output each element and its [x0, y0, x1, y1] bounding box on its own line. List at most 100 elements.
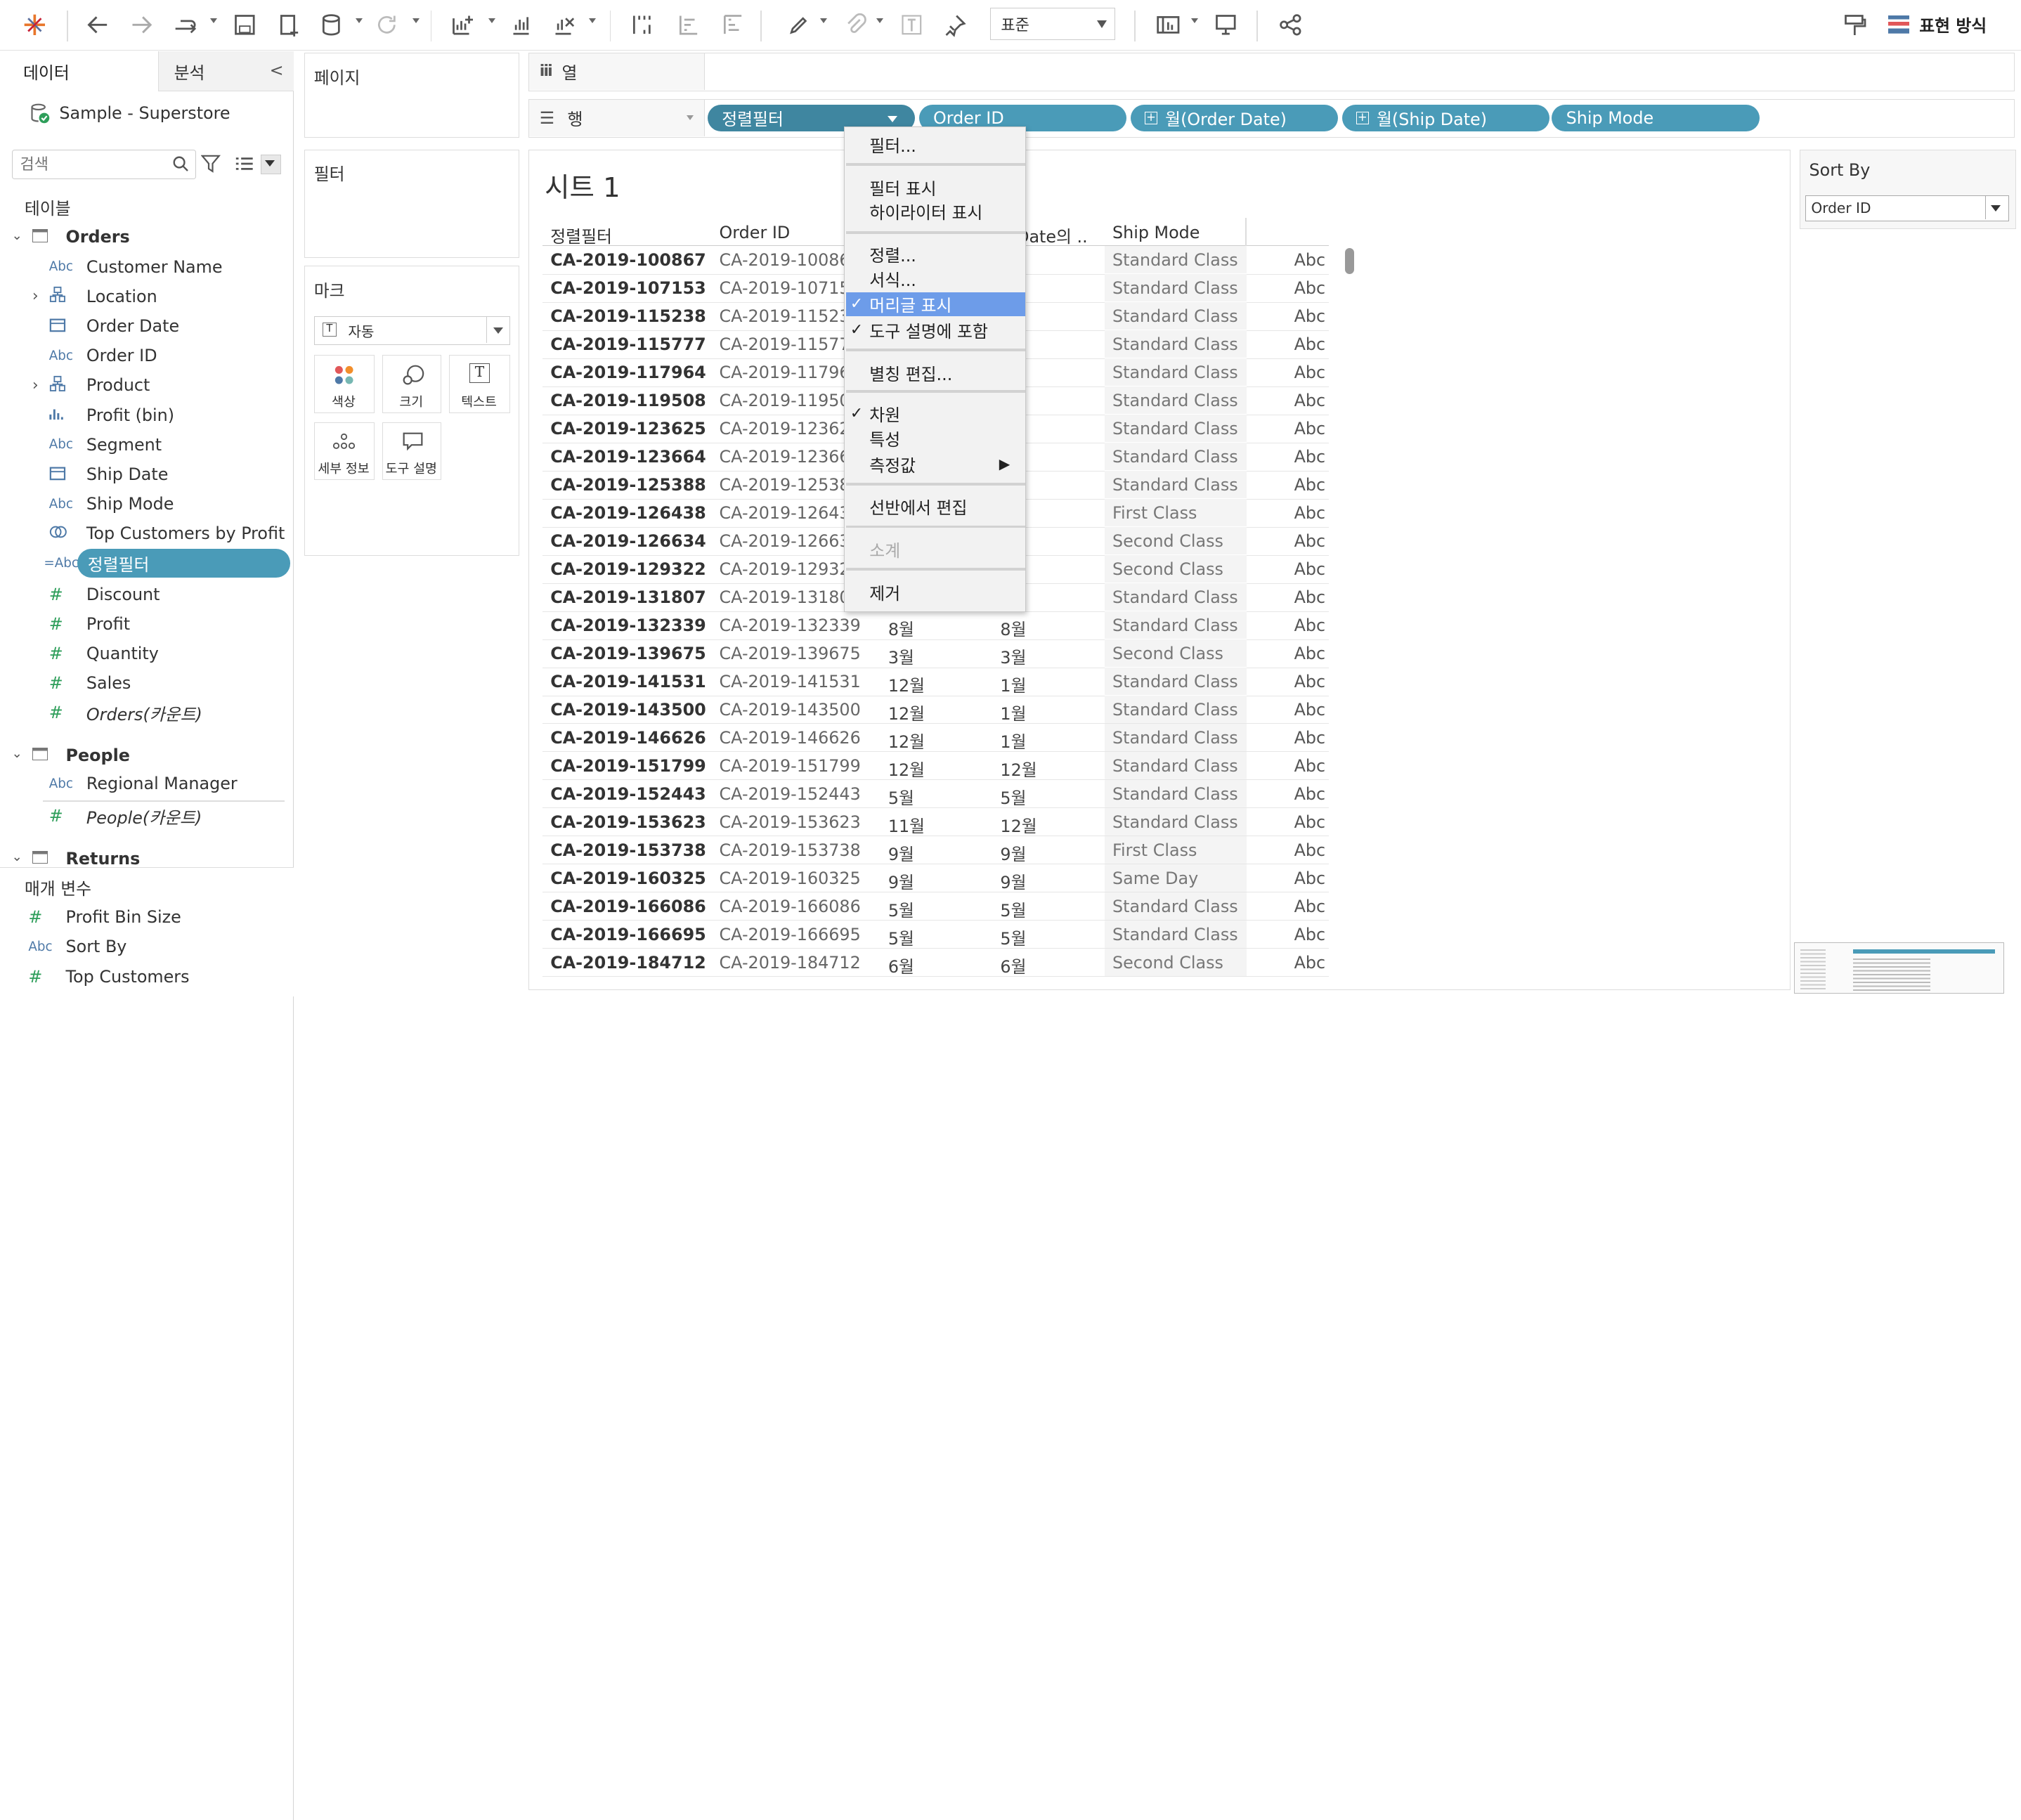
table-row[interactable]: CA-2019-166086 CA-2019-166086 5월 5월 Standard… [542, 892, 1330, 921]
field-item[interactable]: Abc Order ID [0, 342, 294, 370]
duplicate-sheet-icon[interactable] [507, 11, 538, 39]
field-item[interactable]: › Product [0, 371, 294, 399]
chevron-down-icon[interactable] [686, 115, 694, 120]
text-box-icon[interactable] [896, 11, 927, 39]
field-item[interactable]: # Discount [0, 580, 294, 608]
sort-by-select[interactable]: Order ID [1805, 195, 2009, 221]
filter-icon[interactable] [201, 155, 221, 174]
size-mark-button[interactable]: 크기 [382, 355, 442, 413]
row-pill-ship-mode[interactable]: Ship Mode [1552, 104, 1760, 132]
table-row[interactable]: CA-2019-160325 CA-2019-160325 9월 9월 Same Day… [542, 864, 1330, 893]
menu-item-filter[interactable]: 필터... [846, 132, 1025, 157]
tab-data[interactable]: 데이터 [0, 51, 159, 92]
menu-item-format[interactable]: 서식... [846, 266, 1025, 291]
table-people-header[interactable]: ⌄ People [0, 741, 294, 769]
detail-mark-button[interactable]: 세부 정보 [313, 422, 375, 481]
table-row[interactable]: CA-2019-151799 CA-2019-151799 12월 12월 Standa… [542, 752, 1330, 781]
field-item[interactable]: › Location [0, 282, 294, 311]
mark-type-select[interactable]: T 자동 [313, 316, 510, 345]
collapse-pane-icon[interactable]: < [270, 60, 284, 80]
dropdown-caret-icon[interactable] [876, 18, 884, 23]
scrollbar-thumb[interactable] [1345, 248, 1354, 274]
table-row[interactable]: CA-2019-153738 CA-2019-153738 9월 9월 First Cl… [542, 836, 1330, 865]
show-me-button[interactable]: 표현 방식 [1888, 11, 1987, 39]
new-worksheet-icon[interactable] [448, 11, 479, 39]
field-item[interactable]: # Profit [0, 610, 294, 638]
dropdown-caret-icon[interactable] [589, 18, 597, 23]
menu-item-measure[interactable]: 측정값 ▶ [846, 452, 1025, 476]
menu-item-show-filter[interactable]: 필터 표시 [846, 175, 1025, 200]
table-row[interactable]: CA-2019-143500 CA-2019-143500 12월 1월 Standar… [542, 696, 1330, 724]
list-view-icon[interactable] [235, 156, 254, 173]
table-row[interactable]: CA-2019-166695 CA-2019-166695 5월 5월 Standard… [542, 921, 1330, 949]
menu-item-sort[interactable]: 정렬... [846, 242, 1025, 266]
search-field[interactable] [11, 149, 196, 179]
field-item[interactable]: Abc Regional Manager [0, 769, 294, 798]
menu-item-show-header[interactable]: ✓ 머리글 표시 [846, 292, 1026, 317]
chevron-right-icon[interactable]: › [32, 377, 39, 394]
menu-item-attribute[interactable]: 특성 [846, 426, 1025, 450]
swap-arrow-icon[interactable] [170, 11, 201, 39]
highlight-pen-icon[interactable] [782, 11, 813, 39]
dropdown-caret-icon[interactable] [412, 18, 420, 23]
save-icon[interactable] [230, 11, 259, 39]
row-pill-order-date[interactable]: + 월(Order Date) [1130, 104, 1338, 132]
redo-icon[interactable] [126, 11, 157, 39]
table-row[interactable]: CA-2019-153623 CA-2019-153623 11월 12월 Standa… [542, 808, 1330, 837]
field-item[interactable]: =Abc 정렬필터 [0, 549, 294, 578]
dropdown-caret-icon[interactable] [488, 18, 496, 23]
chevron-down-icon[interactable]: ⌄ [12, 228, 22, 243]
dropdown-caret-icon[interactable] [1190, 18, 1198, 23]
row-pill-ship-date[interactable]: + 월(Ship Date) [1341, 104, 1549, 132]
view-size-select[interactable]: 표준 [989, 8, 1115, 40]
col-header-ship-mode[interactable]: Ship Mode [1112, 223, 1200, 242]
color-mark-button[interactable]: 색상 [313, 355, 375, 413]
search-input[interactable] [12, 151, 155, 178]
menu-item-edit-aliases[interactable]: 별칭 편집... [846, 360, 1025, 385]
table-row[interactable]: CA-2019-146626 CA-2019-146626 12월 1월 Standar… [542, 724, 1330, 753]
swap-rows-columns-icon[interactable] [626, 11, 657, 39]
dropdown-caret-icon[interactable] [209, 18, 217, 23]
field-item[interactable]: Order Date [0, 312, 294, 340]
menu-item-include-tooltip[interactable]: ✓ 도구 설명에 포함 [846, 318, 1025, 342]
menu-item-remove[interactable]: 제거 [846, 580, 1025, 604]
dropdown-caret-icon[interactable] [819, 18, 827, 23]
table-row[interactable]: CA-2019-141531 CA-2019-141531 12월 1월 Standar… [542, 668, 1330, 696]
table-row[interactable]: CA-2019-184712 CA-2019-184712 6월 6월 Second C… [542, 949, 1330, 977]
table-row[interactable]: CA-2019-152443 CA-2019-152443 5월 5월 Standard… [542, 780, 1330, 809]
field-item[interactable]: Ship Date [0, 460, 294, 488]
dropdown-caret-icon[interactable] [356, 18, 363, 23]
field-item[interactable]: # Quantity [0, 639, 294, 668]
field-item[interactable]: # Orders(카운트) [0, 698, 294, 727]
text-mark-button[interactable]: T 텍스트 [449, 355, 510, 413]
undo-icon[interactable] [82, 11, 113, 39]
chevron-right-icon[interactable]: › [32, 287, 39, 305]
table-row[interactable]: CA-2019-139675 CA-2019-139675 3월 3월 Second C… [542, 639, 1330, 668]
paperclip-icon[interactable] [839, 11, 870, 39]
parameter-item[interactable]: Abc Sort By [0, 932, 294, 961]
menu-item-show-highlighter[interactable]: 하이라이터 표시 [846, 199, 1025, 223]
sort-descending-icon[interactable] [717, 11, 748, 39]
field-item[interactable]: # People(카운트) [0, 802, 294, 830]
col-header-sortfilter[interactable]: 정렬필터 [550, 223, 612, 247]
menu-item-edit-in-shelf[interactable]: 선반에서 편집 [846, 495, 1025, 519]
chevron-down-icon[interactable]: ⌄ [12, 850, 22, 864]
new-datasource-icon[interactable] [275, 11, 303, 39]
tableau-logo-icon[interactable] [20, 11, 48, 39]
chevron-down-icon[interactable] [887, 116, 897, 122]
menu-dropdown-icon[interactable] [260, 155, 281, 174]
parameter-item[interactable]: # Top Customers [0, 962, 294, 990]
table-row[interactable]: CA-2019-132339 CA-2019-132339 8월 8월 Standard… [542, 611, 1330, 640]
field-item[interactable]: # Sales [0, 669, 294, 697]
chevron-down-icon[interactable]: ⌄ [12, 746, 22, 761]
table-orders-header[interactable]: ⌄ Orders [0, 223, 294, 251]
tab-analytics[interactable]: 분석 < [158, 51, 294, 92]
field-item[interactable]: Profit (bin) [0, 401, 294, 429]
database-icon[interactable] [317, 11, 345, 39]
col-header-order-id[interactable]: Order ID [720, 223, 791, 242]
datasource-item[interactable]: Sample - Superstore [0, 98, 294, 129]
pin-icon[interactable] [940, 11, 970, 39]
sheet-thumbnail[interactable] [1794, 942, 2005, 994]
share-icon[interactable] [1275, 11, 1306, 39]
sort-ascending-icon[interactable] [673, 11, 704, 39]
